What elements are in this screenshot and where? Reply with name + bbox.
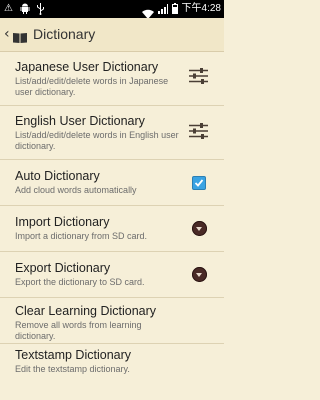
wifi-icon xyxy=(142,4,154,19)
dropdown-circle-icon[interactable] xyxy=(192,267,207,282)
item-title: Clear Learning Dictionary xyxy=(15,304,157,318)
battery-icon xyxy=(172,3,178,14)
page-title: Dictionary xyxy=(33,26,96,42)
android-icon xyxy=(20,3,30,18)
item-subtitle: Import a dictionary from SD card. xyxy=(15,231,148,241)
status-time: 下午4:28 xyxy=(181,3,221,14)
signal-icon xyxy=(158,4,168,14)
item-subtitle: List/add/edit/delete words in Japanese u… xyxy=(15,76,169,97)
item-subtitle: Edit the textstamp dictionary. xyxy=(15,364,130,374)
item-title: Auto Dictionary xyxy=(15,169,100,183)
dictionary-book-icon xyxy=(13,28,27,43)
usb-icon xyxy=(36,3,45,19)
item-title: English User Dictionary xyxy=(15,114,145,128)
item-subtitle: Export the dictionary to SD card. xyxy=(15,277,145,287)
list-item-english-user-dictionary[interactable]: English User Dictionary List/add/edit/de… xyxy=(0,106,224,160)
auto-dictionary-checkbox[interactable] xyxy=(192,176,206,190)
item-subtitle: List/add/edit/delete words in English us… xyxy=(15,130,179,151)
status-bar: ⚠ 下午4:28 xyxy=(0,0,224,19)
warning-icon: ⚠ xyxy=(4,3,13,14)
list-item-export-dictionary[interactable]: Export Dictionary Export the dictionary … xyxy=(0,252,224,298)
action-bar: ‹ Dictionary xyxy=(0,18,224,52)
list-item-japanese-user-dictionary[interactable]: Japanese User Dictionary List/add/edit/d… xyxy=(0,52,224,106)
sliders-icon[interactable] xyxy=(189,123,208,139)
item-title: Textstamp Dictionary xyxy=(15,348,132,362)
item-title: Import Dictionary xyxy=(15,215,110,229)
item-subtitle: Remove all words from learning dictionar… xyxy=(15,320,142,341)
item-subtitle: Add cloud words automatically xyxy=(15,185,137,195)
list-item-auto-dictionary[interactable]: Auto Dictionary Add cloud words automati… xyxy=(0,160,224,206)
back-button[interactable]: ‹ xyxy=(4,27,10,41)
sliders-icon[interactable] xyxy=(189,68,208,84)
list-item-clear-learning-dictionary[interactable]: Clear Learning Dictionary Remove all wor… xyxy=(0,298,224,344)
dropdown-circle-icon[interactable] xyxy=(192,221,207,236)
list-item-import-dictionary[interactable]: Import Dictionary Import a dictionary fr… xyxy=(0,206,224,252)
item-title: Japanese User Dictionary xyxy=(15,60,159,74)
list-item-textstamp-dictionary[interactable]: Textstamp Dictionary Edit the textstamp … xyxy=(0,344,224,390)
item-title: Export Dictionary xyxy=(15,261,111,275)
